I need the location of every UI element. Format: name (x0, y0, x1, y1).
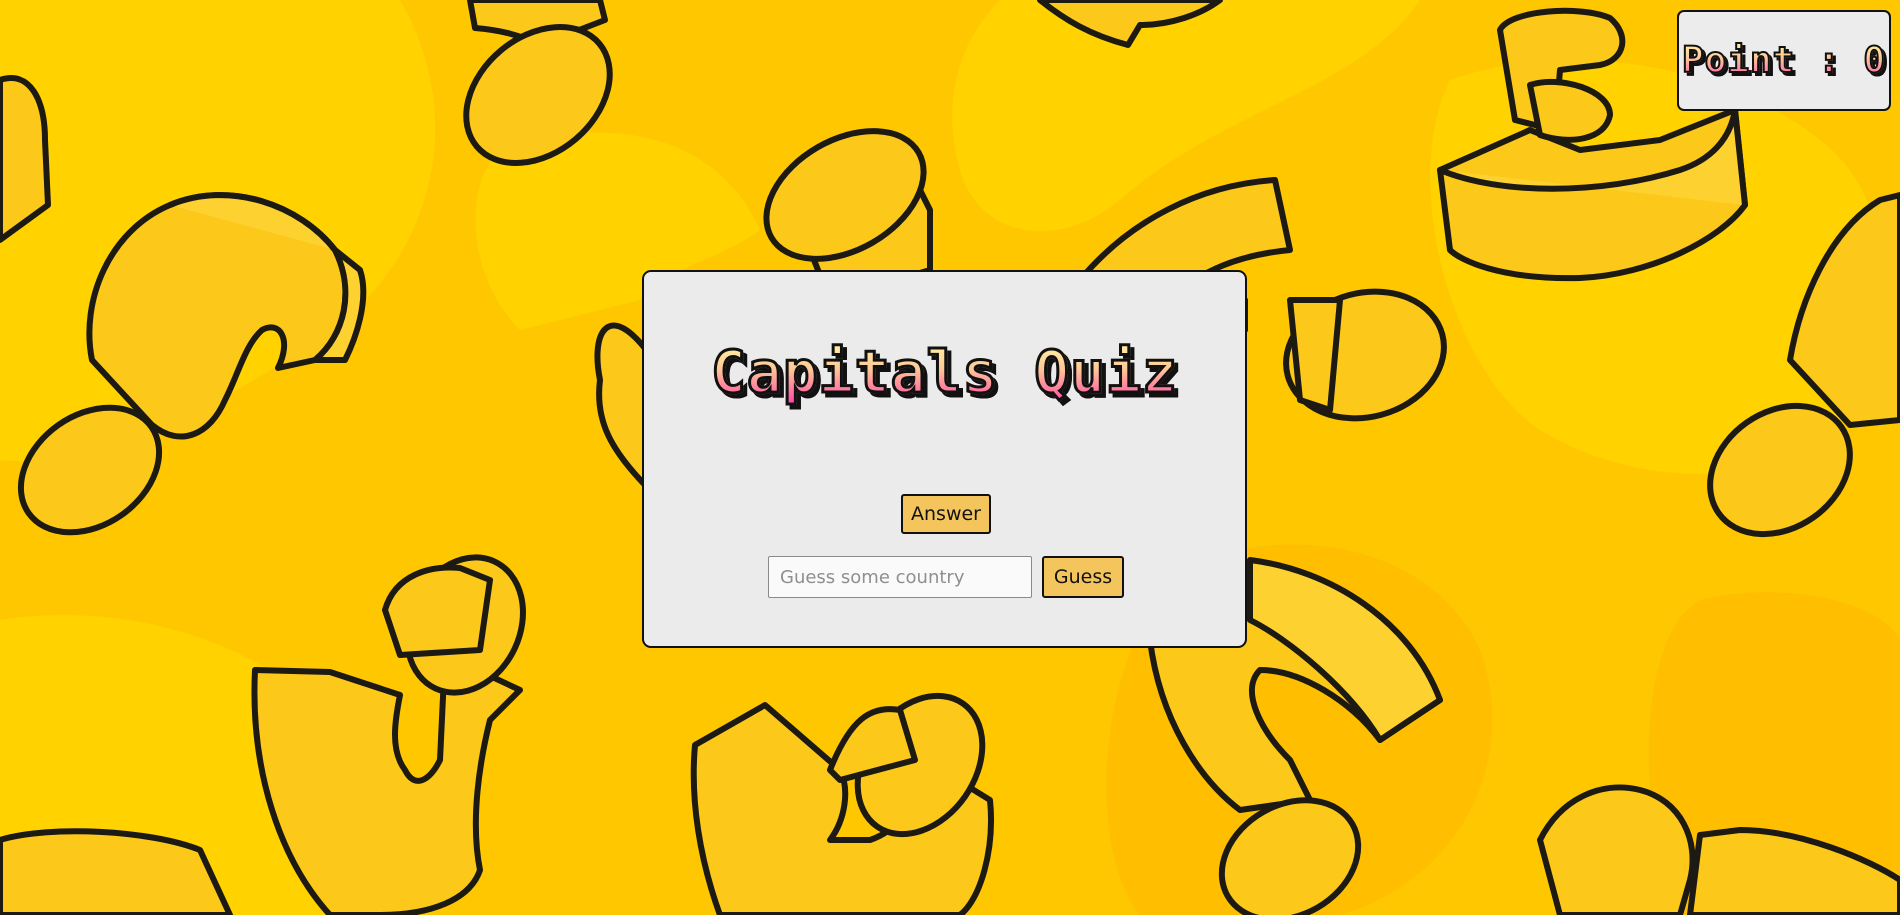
answer-button[interactable]: Answer (901, 494, 991, 534)
quiz-title: Capitals Quiz (644, 337, 1245, 408)
question-mark-icon (690, 692, 994, 915)
score-panel: Point : 0 (1677, 10, 1891, 111)
quiz-card: Capitals Quiz Answer Guess (642, 270, 1247, 648)
guess-button[interactable]: Guess (1042, 556, 1124, 598)
guess-input[interactable] (768, 556, 1032, 598)
score-display: Point : 0 (1681, 39, 1887, 82)
